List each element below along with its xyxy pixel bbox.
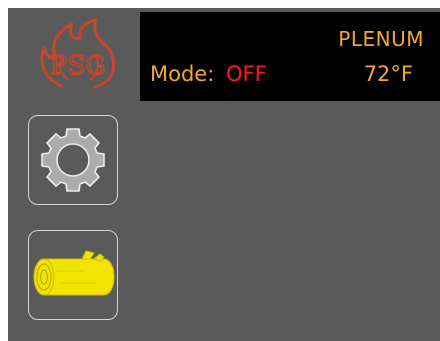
log-icon xyxy=(33,250,115,296)
control-screen: PSG Mode: OFF PLENUM 72°F xyxy=(8,8,440,341)
temperature-readout: 72°F xyxy=(363,62,413,86)
mode-label: Mode: xyxy=(150,62,215,86)
logo-text: PSG xyxy=(50,51,106,81)
sensor-label: PLENUM xyxy=(338,27,424,51)
status-panel: Mode: OFF PLENUM 72°F xyxy=(140,12,440,101)
settings-button[interactable] xyxy=(28,115,118,205)
flame-logo-icon: PSG xyxy=(40,18,116,89)
gear-icon xyxy=(41,128,105,192)
fuel-button[interactable] xyxy=(28,230,118,320)
psg-logo: PSG xyxy=(28,14,128,94)
mode-value: OFF xyxy=(226,62,267,86)
